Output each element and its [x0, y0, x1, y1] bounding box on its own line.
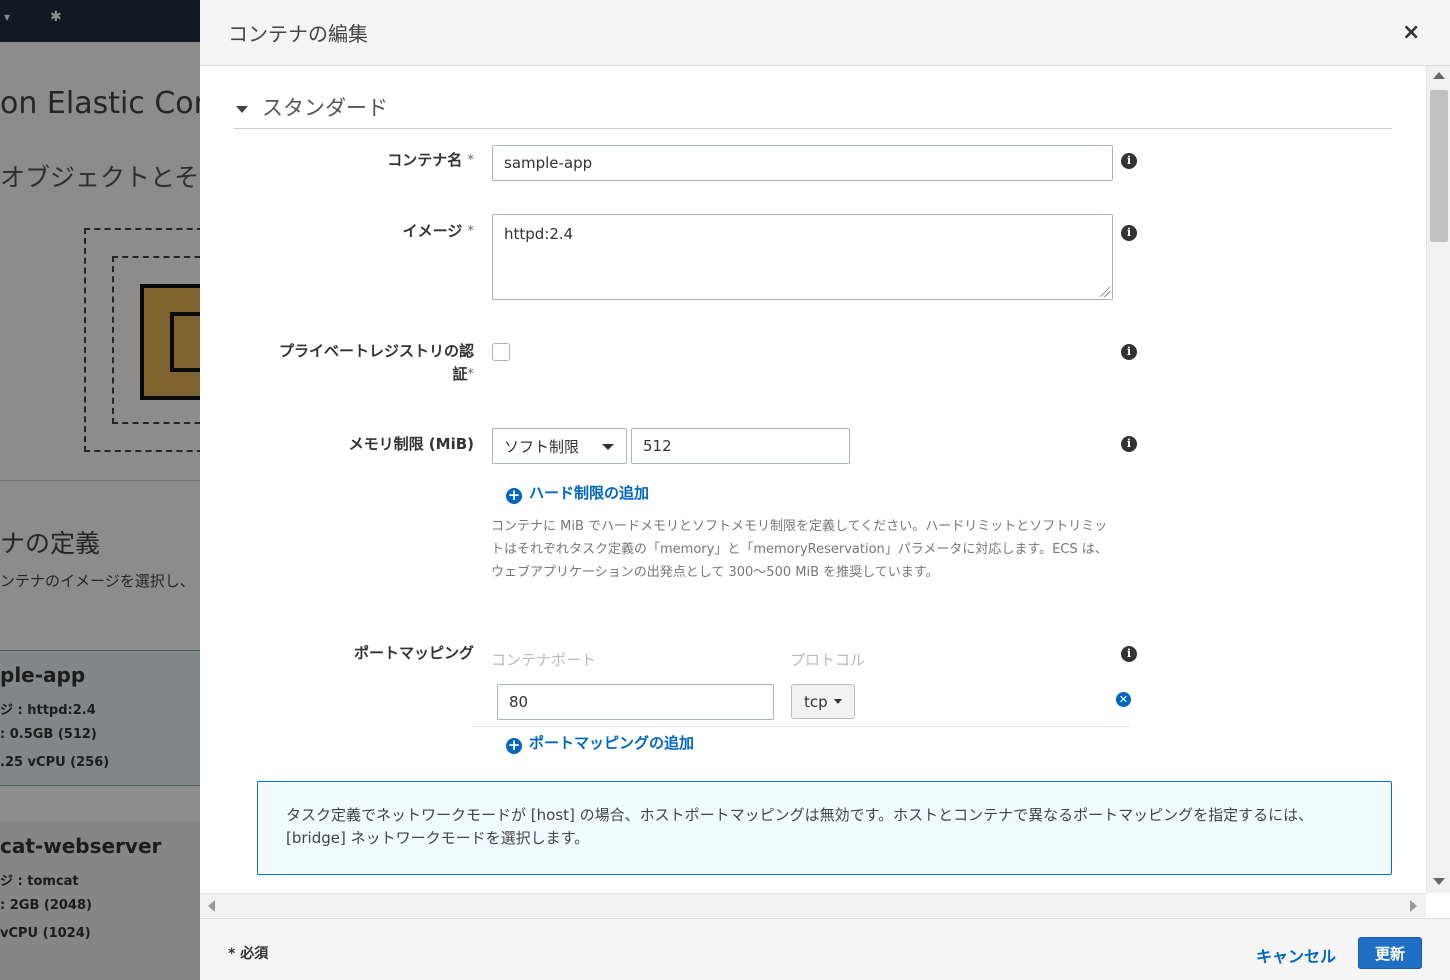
resize-handle-icon[interactable] [1100, 287, 1110, 297]
close-icon[interactable]: × [1402, 20, 1420, 45]
plus-circle-icon: + [506, 486, 522, 504]
modal-body: スタンダード コンテナ名 * sample-app i イメージ * httpd… [200, 66, 1426, 893]
section-header-standard[interactable]: スタンダード [236, 92, 388, 122]
caret-down-icon [236, 105, 248, 113]
info-icon[interactable]: i [1121, 153, 1137, 169]
scroll-left-icon[interactable] [208, 900, 215, 912]
modal-overlay [0, 0, 200, 980]
container-port-input[interactable]: 80 [497, 684, 774, 720]
container-name-input[interactable]: sample-app [492, 145, 1113, 181]
protocol-column-header: プロトコル [790, 651, 866, 669]
add-hard-limit-link[interactable]: + ハード制限の追加 [506, 482, 649, 504]
image-value: httpd:2.4 [504, 225, 574, 243]
modal-header: コンテナの編集 × [200, 0, 1450, 66]
add-port-mapping-link[interactable]: + ポートマッピングの追加 [506, 732, 694, 754]
dropdown-arrow-icon [602, 444, 614, 450]
private-registry-label: プライベートレジストリの認 証* [278, 342, 474, 383]
info-icon[interactable]: i [1121, 225, 1137, 241]
memory-help-text: コンテナに MiB でハードメモリとソフトメモリ制限を定義してください。ハードリ… [491, 519, 1108, 580]
protocol-value: tcp [804, 692, 828, 711]
section-divider [234, 128, 1392, 129]
scroll-down-icon[interactable] [1433, 878, 1445, 885]
container-name-label: コンテナ名 * [387, 151, 474, 169]
update-button[interactable]: 更新 [1358, 937, 1422, 969]
memory-limit-type-select[interactable]: ソフト制限 [492, 428, 627, 464]
cancel-button[interactable]: キャンセル [1256, 943, 1336, 967]
protocol-select[interactable]: tcp [791, 684, 855, 719]
remove-circle-icon[interactable]: ✕ [1116, 692, 1131, 707]
modal-footer: * 必須 キャンセル 更新 [200, 918, 1450, 980]
scroll-right-icon[interactable] [1410, 900, 1417, 912]
container-port-column-header: コンテナポート [491, 651, 597, 669]
info-icon[interactable]: i [1121, 436, 1137, 452]
vertical-scrollbar[interactable] [1426, 66, 1450, 893]
background-page: ▾ ✱ on Elastic Con オブジェクトとそれ ナの定義 ンテナのイメ… [0, 0, 200, 980]
network-mode-notice: タスク定義でネットワークモードが [host] の場合、ホストポートマッピングは… [257, 781, 1392, 875]
scroll-thumb[interactable] [1430, 90, 1448, 242]
memory-limit-label: メモリ制限 (MiB) [348, 435, 474, 453]
modal-title: コンテナの編集 [228, 22, 368, 46]
port-mapping-label: ポートマッピング [353, 644, 474, 662]
info-icon[interactable]: i [1121, 344, 1137, 360]
image-textarea[interactable]: httpd:2.4 [492, 214, 1113, 300]
port-row-divider [472, 726, 1130, 727]
private-registry-checkbox[interactable] [492, 343, 510, 361]
section-title: スタンダード [262, 96, 388, 120]
info-icon[interactable]: i [1121, 646, 1137, 662]
plus-circle-icon: + [506, 736, 522, 754]
dropdown-arrow-icon [833, 699, 842, 704]
edit-container-modal: コンテナの編集 × スタンダード コンテナ名 * sample-app i イメ… [200, 0, 1450, 980]
memory-limit-type-value: ソフト制限 [504, 437, 580, 456]
scroll-up-icon[interactable] [1433, 72, 1445, 79]
horizontal-scrollbar[interactable] [200, 893, 1426, 917]
image-label: イメージ * [402, 222, 474, 240]
memory-limit-input[interactable]: 512 [631, 428, 850, 464]
required-note: * 必須 [228, 946, 269, 962]
